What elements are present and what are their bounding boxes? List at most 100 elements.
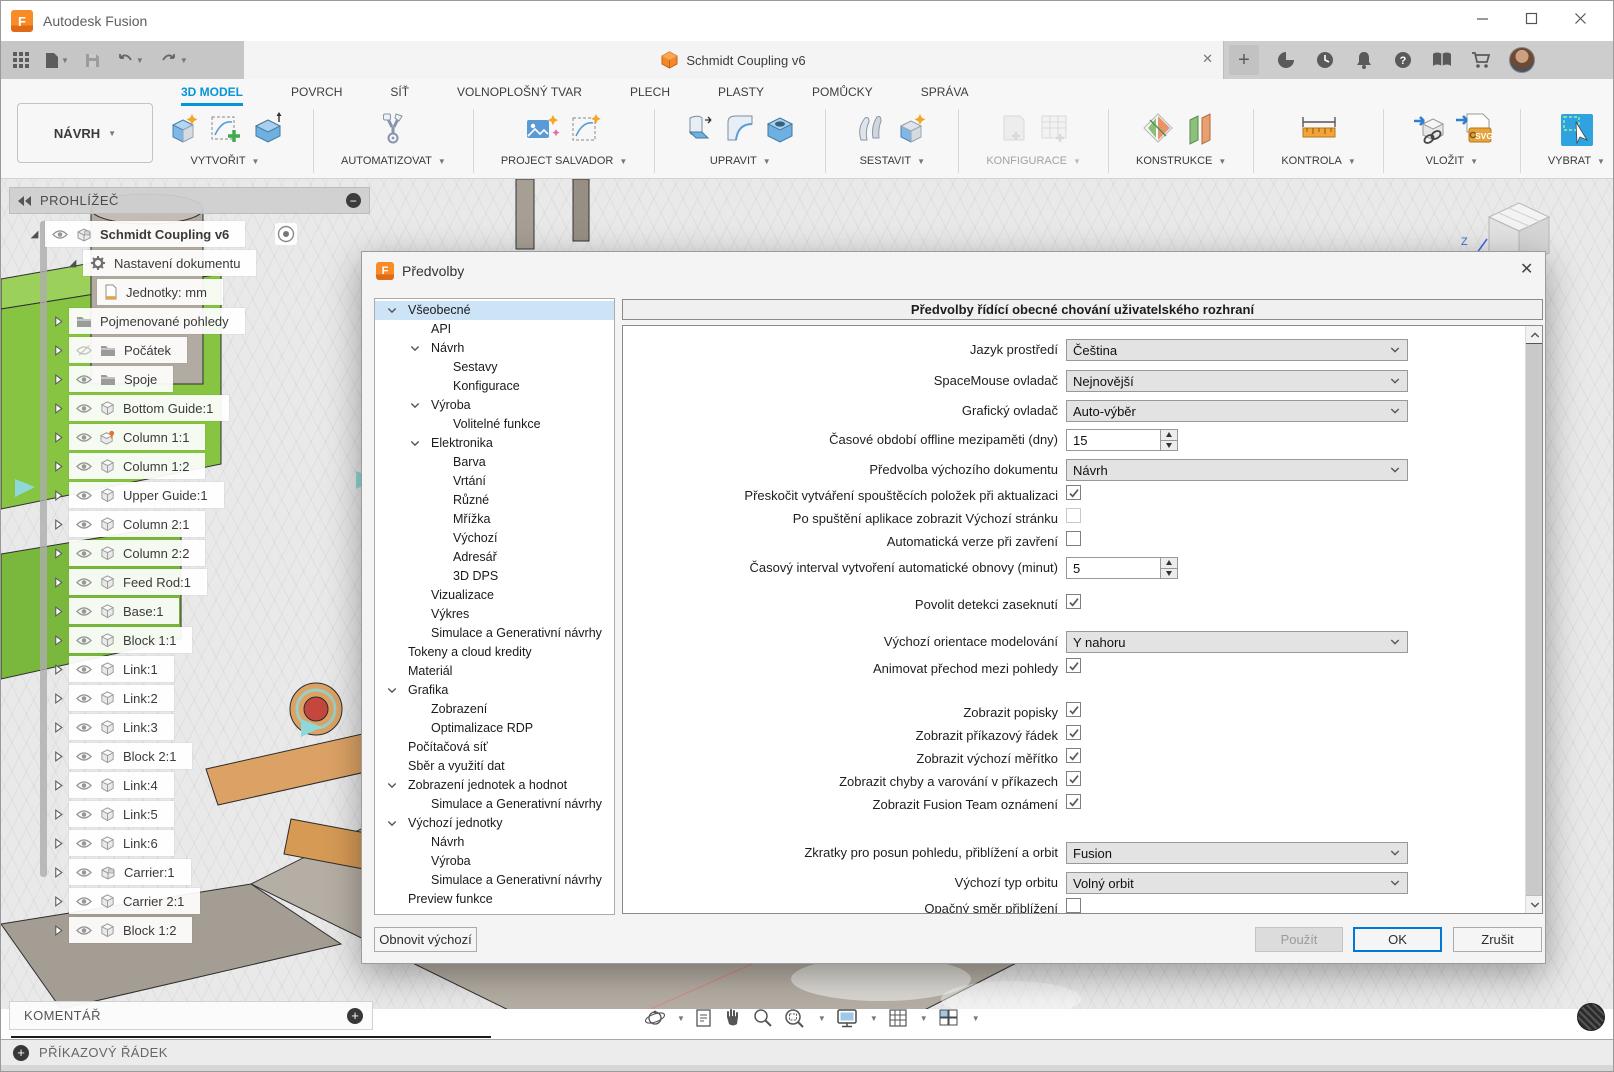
expander-collapsed-icon[interactable] [53,577,64,588]
pref-tree-item[interactable]: Grafika [375,681,614,700]
pref-tree-item[interactable]: Vizualizace [375,586,614,605]
pref-tree-item[interactable]: Všeobecné [375,301,614,320]
tree-label[interactable]: Carrier 2:1 [123,894,184,909]
group-label-sestavit[interactable]: SESTAVIT▼ [860,155,925,167]
grid-snap-dropdown-icon[interactable]: ▼ [920,1014,928,1023]
eye-icon[interactable] [76,490,92,501]
display-settings-dropdown-icon[interactable]: ▼ [870,1014,878,1023]
show-home-page-checkbox[interactable] [1066,508,1081,523]
tree-row-component[interactable]: Base:1 [53,598,179,624]
pref-tree-item[interactable]: Preview funkce [375,890,614,909]
show-default-scale-checkbox[interactable] [1066,748,1081,763]
tree-row-component[interactable]: Upper Guide:1 [53,482,224,508]
group-label-kontrola[interactable]: KONTROLA▼ [1281,155,1355,167]
chevron-down-icon[interactable] [410,402,420,409]
eye-icon[interactable] [76,693,92,704]
user-avatar[interactable] [1509,47,1535,73]
tree-label[interactable]: Spoje [124,372,157,387]
spin-down-icon[interactable] [1161,441,1177,451]
pref-tree-item[interactable]: Simulace a Generativní návrhy [375,795,614,814]
browser-header[interactable]: PROHLÍŽEČ − [9,187,370,214]
group-label-automatizovat[interactable]: AUTOMATIZOVAT▼ [341,155,446,167]
zoom-icon[interactable] [752,1007,774,1029]
skip-startup-items-checkbox[interactable] [1066,485,1081,500]
chevron-down-icon[interactable] [387,307,397,314]
extrude-icon[interactable] [248,110,286,153]
expander-collapsed-icon[interactable] [53,780,64,791]
eye-icon[interactable] [76,838,92,849]
look-at-icon[interactable] [694,1007,714,1029]
tab-plasty[interactable]: PLASTY [718,85,764,106]
tree-label[interactable]: Base:1 [123,604,163,619]
eye-icon[interactable] [76,403,92,414]
tree-label[interactable]: Link:4 [123,778,158,793]
tree-row-component[interactable]: Block 1:1 [53,627,192,653]
group-label-vybrat[interactable]: VYBRAT▼ [1548,155,1605,167]
expander-collapsed-icon[interactable] [53,693,64,704]
expander-collapsed-icon[interactable] [53,606,64,617]
tree-label[interactable]: Column 1:2 [123,459,189,474]
eye-hidden-icon[interactable] [76,345,92,356]
pref-tree-item[interactable]: Zobrazení [375,700,614,719]
pref-tree-item[interactable]: Simulace a Generativní návrhy [375,871,614,890]
tab-sprava[interactable]: SPRÁVA [921,85,969,106]
expander-collapsed-icon[interactable] [53,896,64,907]
file-menu-icon[interactable]: ▼ [45,52,69,69]
expander-collapsed-icon[interactable] [53,461,64,472]
chevron-down-icon[interactable] [387,782,397,789]
tree-label[interactable]: Bottom Guide:1 [123,401,213,416]
expander-collapsed-icon[interactable] [53,809,64,820]
expander-collapsed-icon[interactable] [53,432,64,443]
tree-row-component[interactable]: Bottom Guide:1 [53,395,229,421]
tree-label[interactable]: Carrier:1 [124,865,175,880]
pref-tree-item[interactable]: Zobrazení jednotek a hodnot [375,776,614,795]
browser-minimize-icon[interactable]: − [346,193,361,208]
tree-label[interactable]: Upper Guide:1 [123,488,208,503]
pref-tree-item[interactable]: Tokeny a cloud kredity [375,643,614,662]
eye-icon[interactable] [76,722,92,733]
tree-label[interactable]: Link:3 [123,720,158,735]
tree-label[interactable]: Column 1:1 [123,430,189,445]
eye-icon[interactable] [76,606,92,617]
group-label-upravit[interactable]: UPRAVIT▼ [710,155,771,167]
tree-row-component[interactable]: Column 2:2 [53,540,205,566]
orbit-icon[interactable] [644,1007,666,1029]
tree-row-component[interactable]: Link:6 [53,830,174,856]
isolation-radio[interactable] [275,223,297,245]
tree-row-component[interactable]: Link:1 [53,656,174,682]
maximize-button[interactable] [1525,12,1538,30]
pref-tree-item[interactable]: Výroba [375,852,614,871]
tree-label[interactable]: Column 2:2 [123,546,189,561]
add-comment-icon[interactable]: + [347,1008,363,1024]
automate-slingshot-icon[interactable] [374,110,412,153]
insert-svg-icon[interactable]: SVG [1453,110,1493,153]
zoom-window-icon[interactable] [783,1007,807,1029]
eye-icon[interactable] [76,461,92,472]
tree-label[interactable]: Link:2 [123,691,158,706]
default-document-select[interactable]: Návrh [1066,459,1408,481]
store-cart-icon[interactable] [1470,49,1492,71]
tree-label[interactable]: Block 1:1 [123,633,176,648]
tree-row-component[interactable]: Feed Rod:1 [53,569,207,595]
tree-label[interactable]: Link:6 [123,836,158,851]
team-notifications-checkbox[interactable] [1066,794,1081,809]
image-generate-icon[interactable] [523,110,563,153]
new-tab-button[interactable]: + [1229,45,1259,75]
tab-3d-model[interactable]: 3D MODEL [181,85,243,106]
expander-collapsed-icon[interactable] [53,925,64,936]
tree-label[interactable]: Počátek [124,343,171,358]
cancel-button[interactable]: Zrušit [1453,927,1542,952]
pref-tree-item[interactable]: Barva [375,453,614,472]
tree-row-root[interactable]: Schmidt Coupling v6 [29,221,245,247]
chevron-down-icon[interactable] [387,820,397,827]
pref-tree-item[interactable]: Počítačová síť [375,738,614,757]
eye-icon[interactable] [76,751,92,762]
tree-label[interactable]: Column 2:1 [123,517,189,532]
eye-icon[interactable] [76,664,92,675]
tree-label[interactable]: Jednotky: mm [126,285,207,300]
orbit-type-select[interactable]: Volný orbit [1066,872,1408,894]
scroll-up-icon[interactable] [1526,326,1543,344]
notifications-bell-icon[interactable] [1353,49,1375,71]
ok-button[interactable]: OK [1353,927,1442,952]
tree-row-units[interactable]: Jednotky: mm [97,279,223,305]
